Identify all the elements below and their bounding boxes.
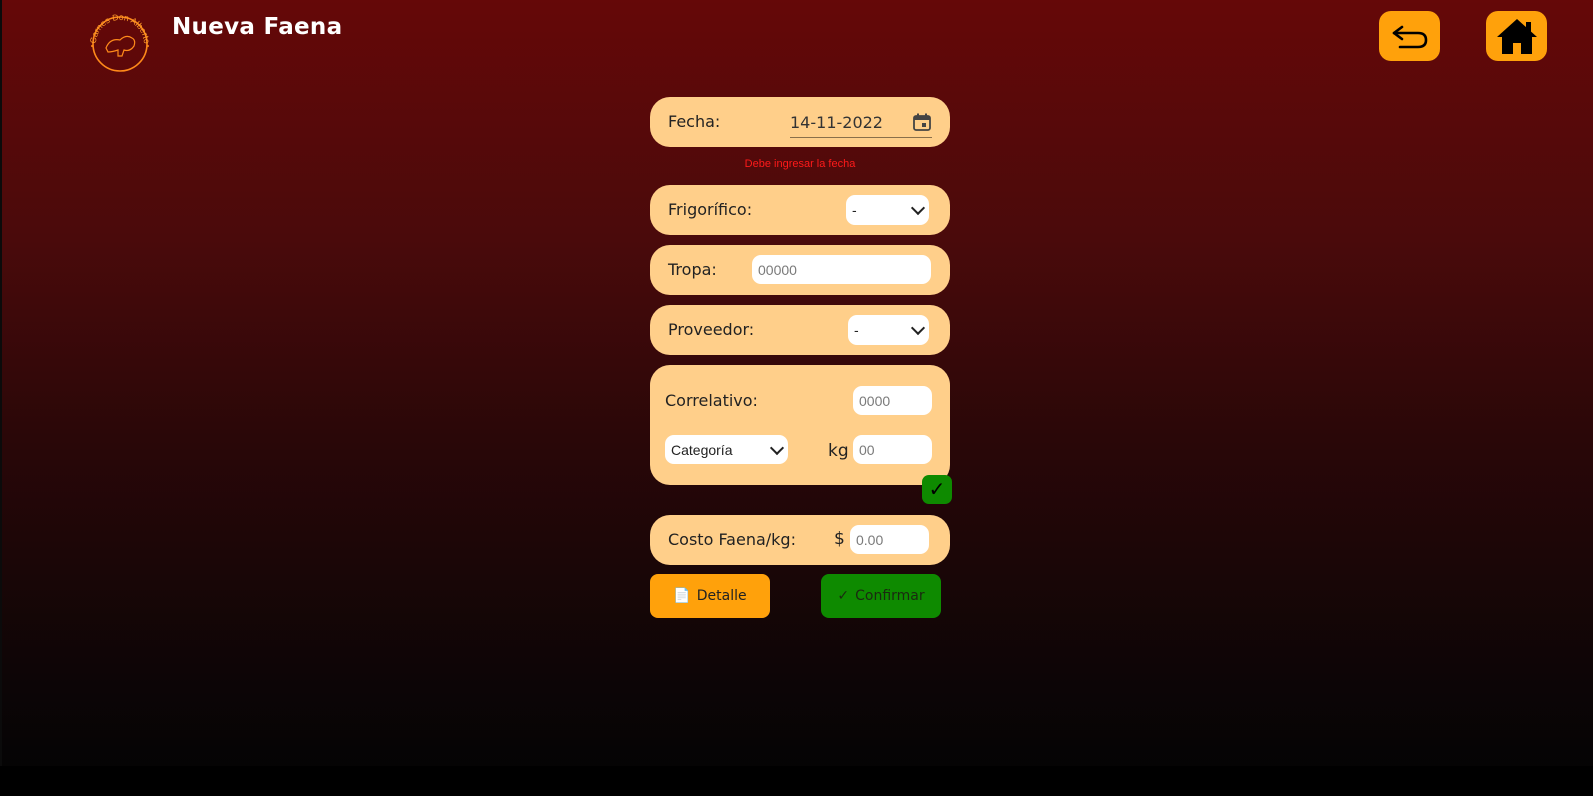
chevron-down-icon bbox=[910, 200, 926, 216]
page-bottom-bar bbox=[0, 766, 1593, 796]
fecha-value: 14-11-2022 bbox=[790, 112, 883, 132]
correlativo-card: Correlativo: Categoría kg bbox=[650, 365, 950, 485]
tropa-card: Tropa: bbox=[650, 245, 950, 295]
categoria-selected-value: Categoría bbox=[671, 441, 733, 458]
logo: Carnes Don Alberto bbox=[86, 8, 154, 76]
confirmar-button-label: Confirmar bbox=[855, 588, 925, 604]
page-title: Nueva Faena bbox=[172, 14, 343, 40]
frigorifico-select[interactable]: - bbox=[846, 195, 929, 225]
frigorifico-label: Frigorífico: bbox=[668, 200, 753, 219]
fecha-date-input[interactable]: 14-11-2022 bbox=[790, 107, 932, 138]
fecha-card: Fecha: 14-11-2022 bbox=[650, 97, 950, 147]
costo-card: Costo Faena/kg: $ bbox=[650, 515, 950, 565]
tropa-input[interactable] bbox=[752, 255, 931, 284]
correlativo-input[interactable] bbox=[853, 386, 932, 415]
chevron-down-icon bbox=[910, 320, 926, 336]
proveedor-select[interactable]: - bbox=[848, 315, 929, 345]
detalle-button[interactable]: 📄 Detalle bbox=[650, 574, 770, 618]
proveedor-label: Proveedor: bbox=[668, 320, 755, 339]
back-button[interactable] bbox=[1379, 11, 1440, 61]
kg-label: kg bbox=[828, 441, 849, 461]
fecha-error-message: Debe ingresar la fecha bbox=[744, 158, 856, 170]
currency-symbol: $ bbox=[834, 529, 845, 549]
proveedor-selected-value: - bbox=[854, 322, 859, 338]
confirmar-button[interactable]: ✓ Confirmar bbox=[821, 574, 941, 618]
home-button[interactable] bbox=[1486, 11, 1547, 61]
page-left-edge bbox=[0, 0, 2, 766]
chevron-down-icon bbox=[769, 440, 785, 455]
home-icon bbox=[1496, 19, 1537, 54]
document-icon: 📄 bbox=[673, 588, 691, 604]
calendar-icon[interactable] bbox=[912, 112, 932, 132]
frigorifico-card: Frigorífico: - bbox=[650, 185, 950, 235]
fecha-label: Fecha: bbox=[668, 112, 721, 131]
logo-image: Carnes Don Alberto bbox=[88, 12, 152, 72]
detalle-button-label: Detalle bbox=[696, 588, 747, 604]
proveedor-card: Proveedor: - bbox=[650, 305, 950, 355]
categoria-select[interactable]: Categoría bbox=[665, 435, 788, 464]
kg-input[interactable] bbox=[853, 435, 932, 464]
add-item-button[interactable]: ✓ bbox=[922, 475, 952, 504]
check-icon: ✓ bbox=[837, 588, 850, 604]
frigorifico-selected-value: - bbox=[852, 202, 857, 218]
costo-label: Costo Faena/kg: bbox=[668, 530, 796, 549]
back-arrow-icon bbox=[1392, 25, 1427, 49]
tropa-label: Tropa: bbox=[668, 260, 717, 279]
correlativo-label: Correlativo: bbox=[665, 391, 758, 410]
costo-input[interactable] bbox=[850, 525, 929, 554]
